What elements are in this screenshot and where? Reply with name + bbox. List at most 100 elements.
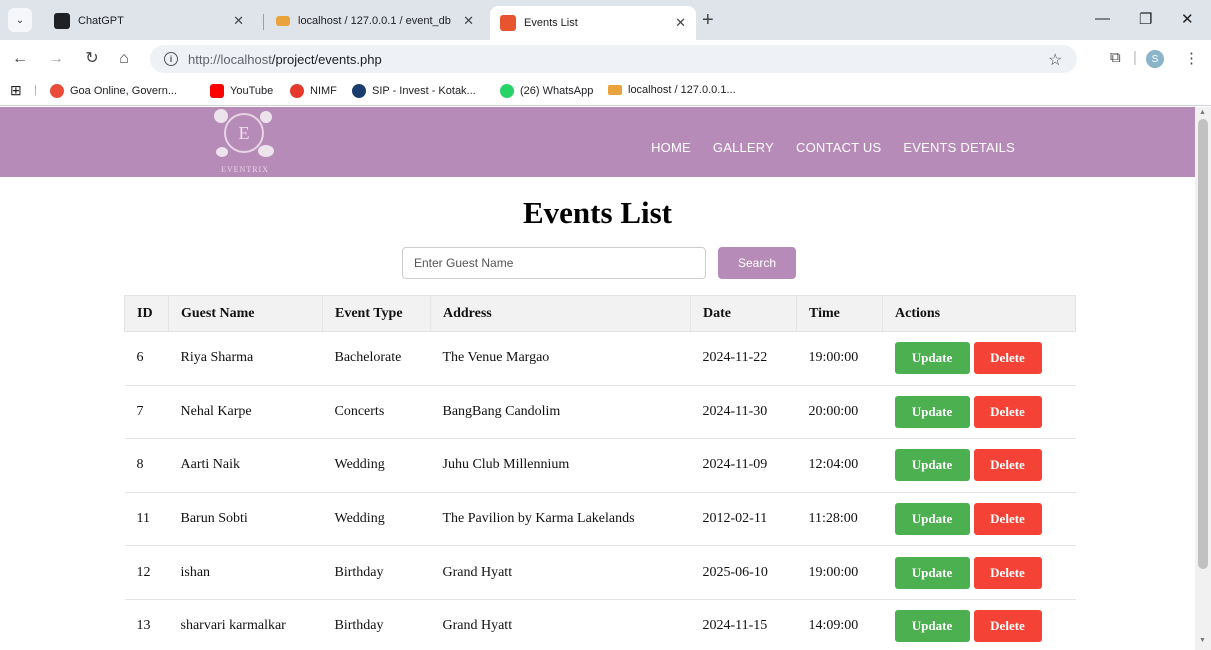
chatgpt-favicon-icon	[54, 13, 70, 29]
nav-home[interactable]: HOME	[651, 140, 691, 155]
col-id: ID	[124, 295, 169, 332]
forward-arrow-icon[interactable]: →	[46, 50, 66, 68]
bookmark-star-icon[interactable]: ☆	[1048, 50, 1062, 70]
scroll-up-arrow-icon[interactable]: ▲	[1199, 109, 1206, 116]
update-button[interactable]: Update	[894, 449, 970, 482]
tab-close-icon[interactable]: ✕	[675, 15, 686, 31]
cell-date: 2024-11-09	[690, 438, 797, 493]
bookmark-sip-kotak[interactable]: SIP - Invest - Kotak...	[352, 84, 476, 98]
nav-events-details[interactable]: EVENTS DETAILS	[903, 140, 1015, 155]
site-logo[interactable]: E EVENTRIX	[200, 107, 290, 177]
bookmark-goa-online[interactable]: Goa Online, Govern...	[50, 84, 177, 98]
cell-actions: Update Delete	[882, 492, 1076, 547]
col-date: Date	[690, 295, 797, 332]
bookmarks-divider: |	[34, 84, 37, 96]
logo-brand-text: EVENTRIX	[221, 165, 269, 174]
cell-address: The Venue Margao	[430, 331, 691, 386]
address-bar[interactable]: i http://localhost/project/events.php	[150, 45, 1077, 73]
page-scrollbar[interactable]: ▲ ▼	[1195, 107, 1211, 650]
apps-grid-icon[interactable]: ⊞	[10, 82, 22, 99]
more-menu-icon[interactable]: ⋮	[1184, 49, 1199, 67]
restore-icon[interactable]: ❐	[1139, 10, 1152, 28]
cell-guest-name: Barun Sobti	[168, 492, 323, 547]
delete-button[interactable]: Delete	[973, 503, 1042, 536]
bookmark-nimf[interactable]: NIMF	[290, 84, 337, 98]
logo-emblem: E	[224, 113, 264, 153]
tab-search-chevron-icon[interactable]: ⌄	[8, 8, 32, 32]
cell-event-type: Wedding	[322, 492, 431, 547]
main-nav: HOME GALLERY CONTACT US EVENTS DETAILS	[651, 140, 1015, 155]
flower-decoration-icon	[258, 145, 274, 157]
bookmark-localhost[interactable]: localhost / 127.0.0.1...	[608, 84, 736, 96]
col-time: Time	[796, 295, 883, 332]
reload-icon[interactable]: ↻	[82, 50, 102, 68]
goa-online-icon	[50, 84, 64, 98]
nav-contact-us[interactable]: CONTACT US	[796, 140, 881, 155]
minimize-icon[interactable]: —	[1095, 10, 1110, 27]
cell-id: 8	[124, 438, 169, 493]
cell-actions: Update Delete	[882, 438, 1076, 493]
extensions-puzzle-icon[interactable]: ⧉	[1110, 49, 1121, 66]
events-favicon-icon	[500, 15, 516, 31]
cell-actions: Update Delete	[882, 599, 1076, 650]
delete-button[interactable]: Delete	[973, 342, 1042, 375]
cell-event-type: Concerts	[322, 385, 431, 440]
youtube-icon	[210, 84, 224, 98]
page-viewport: E EVENTRIX HOME GALLERY CONTACT US EVENT…	[0, 107, 1195, 650]
tab-phpmyadmin[interactable]: localhost / 127.0.0.1 / event_db ✕	[266, 6, 484, 36]
search-button[interactable]: Search	[718, 247, 796, 279]
cell-guest-name: Aarti Naik	[168, 438, 323, 493]
scrollbar-thumb[interactable]	[1198, 119, 1208, 569]
bookmark-whatsapp[interactable]: (26) WhatsApp	[500, 84, 593, 98]
cell-id: 13	[124, 599, 169, 650]
cell-address: Grand Hyatt	[430, 599, 691, 650]
nav-gallery[interactable]: GALLERY	[713, 140, 774, 155]
update-button[interactable]: Update	[894, 503, 970, 536]
cell-address: Juhu Club Millennium	[430, 438, 691, 493]
tab-close-icon[interactable]: ✕	[463, 13, 474, 29]
delete-button[interactable]: Delete	[973, 395, 1042, 428]
cell-time: 12:04:00	[796, 438, 883, 493]
guest-search-input[interactable]	[402, 247, 706, 279]
cell-time: 11:28:00	[796, 492, 883, 547]
tab-close-icon[interactable]: ✕	[233, 13, 244, 29]
bookmarks-bar: ⊞ | Goa Online, Govern... YouTube NIMF S…	[0, 78, 1211, 106]
tab-events-list[interactable]: Events List ✕	[490, 6, 696, 40]
table-row: 13 sharvari karmalkar Birthday Grand Hya…	[124, 599, 1076, 650]
new-tab-plus-icon[interactable]: +	[702, 10, 714, 30]
col-address: Address	[430, 295, 691, 332]
flower-decoration-icon	[214, 109, 228, 123]
scroll-down-arrow-icon[interactable]: ▼	[1199, 637, 1206, 644]
table-header-row: ID Guest Name Event Type Address Date Ti…	[124, 295, 1076, 332]
bookmark-youtube[interactable]: YouTube	[210, 84, 273, 98]
table-row: 6 Riya Sharma Bachelorate The Venue Marg…	[124, 331, 1076, 386]
cell-event-type: Bachelorate	[322, 331, 431, 386]
update-button[interactable]: Update	[894, 556, 970, 589]
update-button[interactable]: Update	[894, 395, 970, 428]
events-table: ID Guest Name Event Type Address Date Ti…	[124, 295, 1076, 650]
cell-time: 19:00:00	[796, 331, 883, 386]
close-window-icon[interactable]: ✕	[1181, 10, 1194, 28]
cell-event-type: Birthday	[322, 545, 431, 600]
tab-strip: ⌄ ChatGPT ✕ localhost / 127.0.0.1 / even…	[0, 0, 1211, 40]
update-button[interactable]: Update	[894, 342, 970, 375]
delete-button[interactable]: Delete	[973, 556, 1042, 589]
profile-avatar[interactable]: S	[1146, 50, 1164, 68]
table-row: 11 Barun Sobti Wedding The Pavilion by K…	[124, 492, 1076, 547]
site-info-icon[interactable]: i	[164, 52, 178, 66]
cell-date: 2025-06-10	[690, 545, 797, 600]
update-button[interactable]: Update	[894, 610, 970, 643]
cell-guest-name: Nehal Karpe	[168, 385, 323, 440]
home-icon[interactable]: ⌂	[114, 50, 134, 68]
cell-id: 11	[124, 492, 169, 547]
back-arrow-icon[interactable]: ←	[10, 50, 30, 68]
tab-chatgpt[interactable]: ChatGPT ✕	[44, 6, 254, 36]
delete-button[interactable]: Delete	[973, 449, 1042, 482]
delete-button[interactable]: Delete	[973, 610, 1042, 643]
cell-date: 2012-02-11	[690, 492, 797, 547]
cell-date: 2024-11-15	[690, 599, 797, 650]
cell-guest-name: ishan	[168, 545, 323, 600]
cell-event-type: Birthday	[322, 599, 431, 650]
cell-id: 7	[124, 385, 169, 440]
cell-actions: Update Delete	[882, 331, 1076, 386]
